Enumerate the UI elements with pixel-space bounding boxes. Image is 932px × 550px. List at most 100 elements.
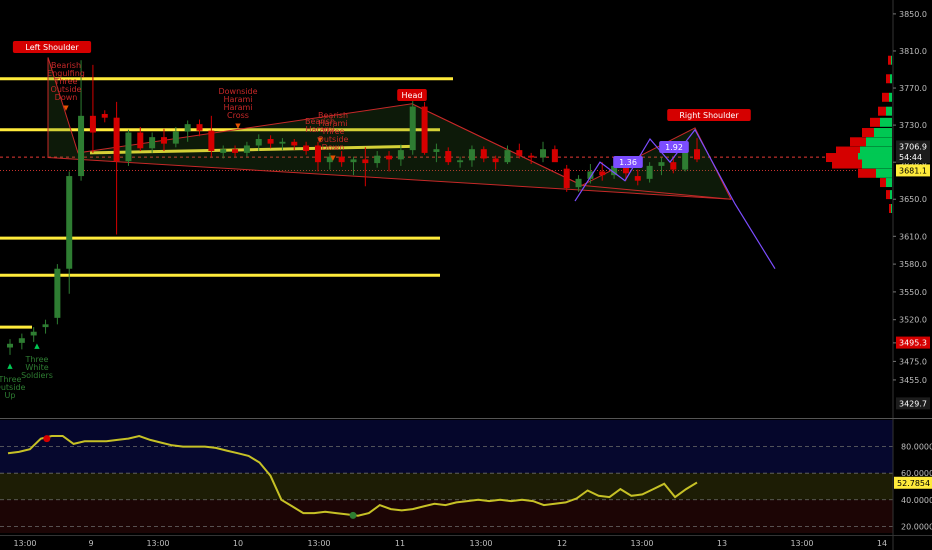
pattern-label-line: Down (55, 93, 78, 102)
candle-body (267, 139, 274, 144)
candle-body (575, 178, 582, 188)
x-tick-label: 9 (88, 539, 93, 548)
candle-body (516, 150, 523, 156)
candle-body (101, 113, 108, 118)
volume-profile-sell (880, 178, 886, 188)
volume-profile-sell (858, 168, 876, 178)
y-tick-label: 3810.0 (899, 47, 927, 56)
x-tick-label: 13:00 (307, 539, 330, 548)
price-badge-label: 54:44 (899, 153, 922, 162)
trading-chart[interactable]: Left ShoulderHeadRight Shoulder1.361.92B… (0, 0, 932, 550)
candle-body (350, 159, 357, 163)
candle-body (78, 115, 85, 177)
candle-body (314, 145, 321, 163)
candle-body (528, 155, 535, 158)
osc-band-mid (0, 473, 893, 500)
candle-body (480, 149, 487, 159)
candle-body (18, 338, 25, 343)
volume-profile-sell (886, 74, 890, 84)
arrow-up-icon: ▲ (34, 342, 40, 350)
candle-body (421, 106, 428, 153)
candle-body (433, 149, 440, 152)
candle-body (89, 115, 96, 133)
volume-profile-sell (870, 117, 880, 127)
x-tick-label: 13:00 (790, 539, 813, 548)
y-tick-label: 3475.0 (899, 357, 927, 366)
volume-profile-buy (891, 204, 892, 213)
candle-body (694, 149, 700, 160)
candle-body (7, 343, 13, 348)
x-tick-label: 13:00 (469, 539, 492, 548)
candle-body (184, 124, 191, 132)
candle-body (54, 268, 61, 318)
candle-body (30, 331, 37, 336)
osc-tick-label: 20.0000 (901, 522, 932, 531)
candle-body (409, 106, 416, 151)
candle-body (445, 151, 452, 163)
x-tick-label: 12 (557, 539, 567, 548)
y-tick-label: 3550.0 (899, 288, 927, 297)
arrow-down-icon: ▼ (330, 154, 336, 162)
volume-profile-sell (886, 190, 890, 200)
x-tick-label: 14 (877, 539, 887, 548)
pattern-badge-label: 1.92 (665, 143, 683, 152)
candle-body (457, 160, 464, 163)
x-tick-label: 13 (717, 539, 727, 548)
candle-body (386, 155, 393, 160)
candle-body (220, 149, 227, 153)
candle-body (66, 176, 73, 269)
osc-value-label: 52.7854 (897, 479, 930, 488)
osc-tick-label: 40.0000 (901, 496, 932, 505)
candle-body (646, 165, 653, 179)
volume-profile-sell (862, 128, 874, 138)
y-tick-label: 3850.0 (899, 10, 927, 19)
volume-profile-sell (888, 55, 891, 65)
candle-body (670, 162, 677, 170)
x-tick-label: 11 (395, 539, 405, 548)
volume-profile-buy (889, 92, 892, 102)
candle-body (125, 132, 132, 162)
candle-body (232, 149, 239, 153)
candle-body (468, 149, 475, 161)
candle-body (599, 171, 606, 176)
osc-band-high (0, 446, 893, 474)
price-badge-label: 3681.1 (899, 166, 927, 175)
volume-profile-buy (880, 117, 892, 127)
volume-profile-buy (890, 74, 892, 84)
candle-body (658, 162, 665, 166)
pattern-badge-label: 1.36 (619, 158, 637, 167)
y-tick-label: 3730.0 (899, 121, 927, 130)
x-tick-label: 13:00 (13, 539, 36, 548)
y-tick-label: 3455.0 (899, 376, 927, 385)
candle-body (243, 145, 250, 153)
candle-body (504, 150, 511, 163)
pattern-label-line: Cross (227, 111, 249, 120)
volume-profile-buy (874, 128, 892, 138)
candle-body (113, 117, 120, 162)
osc-band-upper (0, 420, 893, 447)
pattern-badge-label: Left Shoulder (25, 43, 79, 52)
candle-body (137, 132, 144, 149)
candle-body (540, 149, 547, 158)
volume-profile-sell (850, 137, 866, 147)
oscillator-marker-low (349, 511, 357, 519)
volume-profile-sell (878, 106, 886, 116)
y-tick-label: 3610.0 (899, 232, 927, 241)
candle-body (492, 158, 499, 163)
volume-profile-buy (862, 159, 892, 169)
volume-profile-sell (882, 92, 889, 102)
price-badge-label: 3706.9 (899, 143, 927, 152)
oscillator-panel[interactable] (0, 420, 893, 533)
candle-body (338, 156, 345, 163)
candle-body (208, 130, 215, 152)
oscillator-marker-high (43, 435, 51, 443)
price-panel[interactable]: Left ShoulderHeadRight Shoulder1.361.92B… (0, 41, 893, 400)
candle-body (255, 139, 262, 146)
candle-body (196, 124, 203, 131)
volume-profile-buy (891, 55, 892, 65)
candle-body (374, 155, 381, 164)
volume-profile-buy (866, 137, 892, 147)
arrow-down-icon: ▼ (235, 122, 241, 130)
y-tick-label: 3520.0 (899, 316, 927, 325)
candle-body (303, 145, 310, 152)
